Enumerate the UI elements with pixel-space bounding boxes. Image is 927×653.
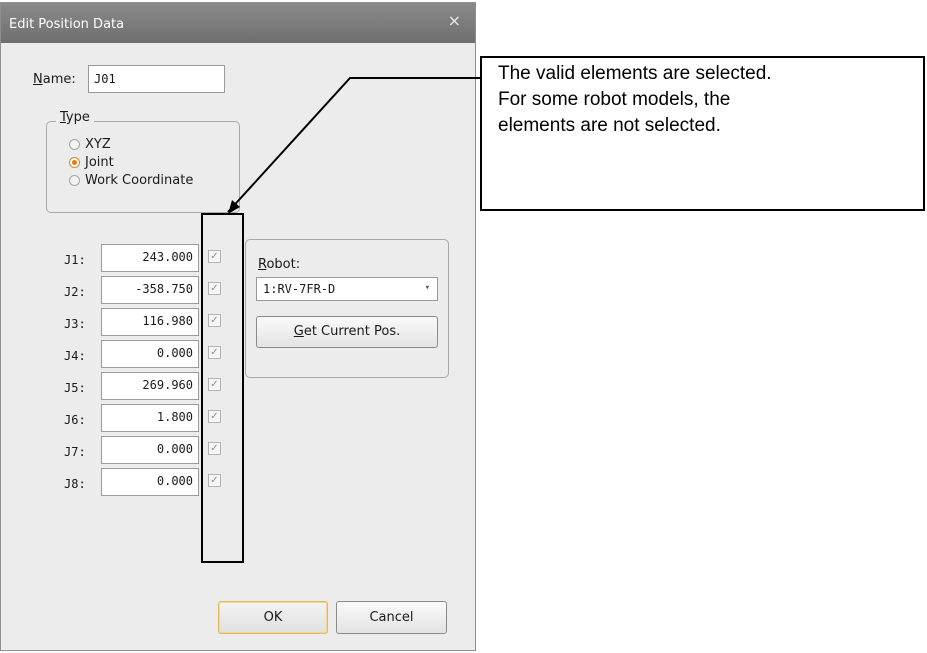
callout-line: For some robot models, the xyxy=(498,89,731,110)
callout-line: The valid elements are selected. xyxy=(498,63,772,84)
callout-box: The valid elements are selected. For som… xyxy=(480,56,925,211)
callout-line: elements are not selected. xyxy=(498,115,721,136)
